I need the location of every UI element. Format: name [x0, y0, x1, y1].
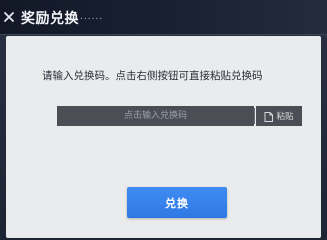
paste-button[interactable]: 粘贴 [256, 106, 302, 126]
paste-divider [254, 108, 255, 124]
redeem-screen: 奖励兑换 ...... 请输入兑换码。点击右侧按钮可直接粘贴兑换码 粘贴 兑换 [0, 0, 327, 240]
redeem-prompt: 请输入兑换码。点击右侧按钮可直接粘贴兑换码 [42, 70, 263, 82]
redeem-button-label: 兑换 [165, 196, 189, 210]
page-title: 奖励兑换 [21, 11, 79, 27]
document-icon [264, 107, 274, 126]
back-icon [3, 11, 15, 23]
back-button[interactable] [0, 0, 18, 34]
redeem-code-input[interactable] [57, 106, 254, 126]
title-bar: 奖励兑换 ...... [0, 0, 327, 35]
paste-label: 粘贴 [276, 112, 294, 122]
redeem-dialog: 请输入兑换码。点击右侧按钮可直接粘贴兑换码 粘贴 兑换 [6, 36, 321, 238]
title-dots: ...... [80, 12, 104, 22]
redeem-button[interactable]: 兑换 [127, 187, 227, 218]
